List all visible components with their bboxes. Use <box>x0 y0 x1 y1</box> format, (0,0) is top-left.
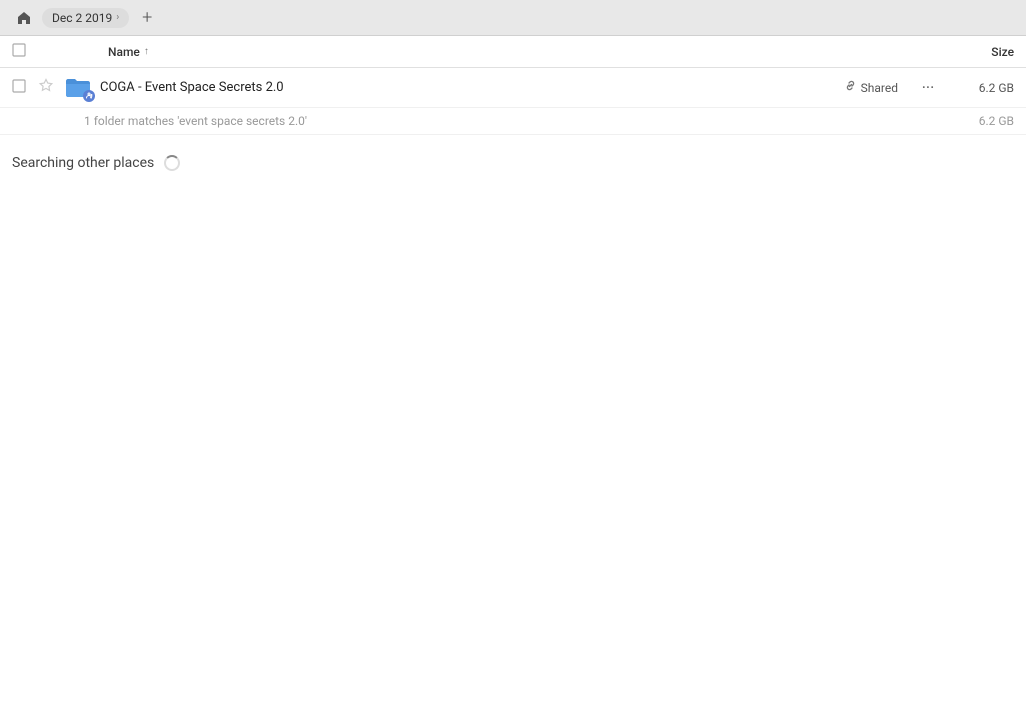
more-options-button[interactable]: ··· <box>914 74 942 102</box>
link-icon <box>844 79 857 96</box>
sort-arrow-icon: ↑ <box>144 46 149 57</box>
match-size: 6.2 GB <box>954 114 1014 128</box>
top-bar: Dec 2 2019 › + <box>0 0 1026 36</box>
shared-label: Shared <box>861 81 898 95</box>
add-button[interactable]: + <box>135 6 159 30</box>
searching-text: Searching other places <box>12 155 154 171</box>
list-header: Name ↑ Size <box>0 36 1026 68</box>
file-name: COGA - Event Space Secrets 2.0 <box>100 80 844 95</box>
table-row[interactable]: COGA - Event Space Secrets 2.0 Shared ··… <box>0 68 1026 108</box>
shared-overlay-icon <box>83 90 95 102</box>
select-all-checkbox[interactable] <box>12 43 30 60</box>
loading-spinner <box>164 155 180 171</box>
content-area: Name ↑ Size <box>0 36 1026 720</box>
searching-section: Searching other places <box>0 135 1026 191</box>
size-column-header: Size <box>934 45 1014 59</box>
row-checkbox[interactable] <box>12 79 30 97</box>
shared-badge: Shared <box>844 79 898 96</box>
file-size: 6.2 GB <box>954 81 1014 95</box>
match-info-row: 1 folder matches 'event space secrets 2.… <box>0 108 1026 135</box>
breadcrumb-chevron-icon: › <box>116 12 119 23</box>
home-button[interactable] <box>12 6 36 30</box>
star-icon[interactable] <box>38 78 58 98</box>
folder-icon <box>64 76 92 100</box>
breadcrumb[interactable]: Dec 2 2019 › <box>42 8 129 28</box>
breadcrumb-label: Dec 2 2019 <box>52 11 112 25</box>
match-text: 1 folder matches 'event space secrets 2.… <box>84 114 307 128</box>
name-column-header: Name ↑ <box>108 45 934 59</box>
